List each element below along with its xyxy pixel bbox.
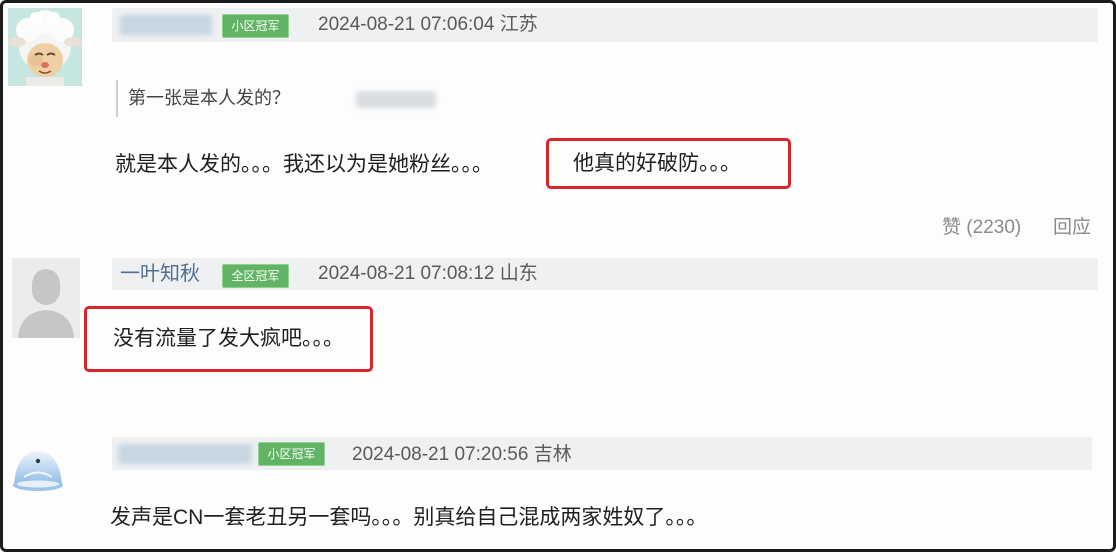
- user-badge: 小区冠军: [222, 14, 289, 38]
- blurred-username: [120, 15, 212, 35]
- comment-text: 发声是CN一套老丑另一套吗。。。别真给自己混成两家姓奴了。。。: [110, 506, 708, 529]
- like-count: (2230): [966, 217, 1022, 238]
- sheep-avatar-icon[interactable]: [8, 8, 82, 86]
- quote-bar: [116, 80, 118, 117]
- highlighted-comment-text: 他真的好破防。。。: [573, 152, 741, 175]
- comment-text: 就是本人发的。。。我还以为是她粉丝。。。: [115, 153, 493, 176]
- user-badge: 小区冠军: [258, 442, 325, 466]
- highlight-box: 他真的好破防。。。: [546, 138, 791, 189]
- default-user-avatar-icon[interactable]: [12, 258, 80, 338]
- quoted-comment: 第一张是本人发的？: [128, 88, 290, 108]
- blurred-quote-author: [356, 91, 436, 108]
- user-badge: 全区冠军: [222, 264, 289, 288]
- blue-dome-avatar-icon[interactable]: [10, 447, 66, 497]
- like-label: 赞: [942, 217, 962, 238]
- highlight-box: 没有流量了发大疯吧。。。: [84, 306, 373, 372]
- blurred-username: [118, 444, 252, 464]
- comment-timestamp: 2024-08-21 07:08:12 山东: [318, 263, 538, 284]
- comment-timestamp: 2024-08-21 07:06:04 江苏: [318, 14, 538, 35]
- like-button[interactable]: 赞 (2230): [942, 216, 1021, 240]
- reply-button[interactable]: 回应: [1053, 216, 1091, 240]
- comment-timestamp: 2024-08-21 07:20:56 吉林: [352, 444, 572, 465]
- highlighted-comment-text: 没有流量了发大疯吧。。。: [113, 327, 344, 350]
- username-link[interactable]: 一叶知秋: [120, 262, 200, 286]
- comment-thread: 小区冠军 2024-08-21 07:06:04 江苏 第一张是本人发的？ 就是…: [0, 0, 1116, 552]
